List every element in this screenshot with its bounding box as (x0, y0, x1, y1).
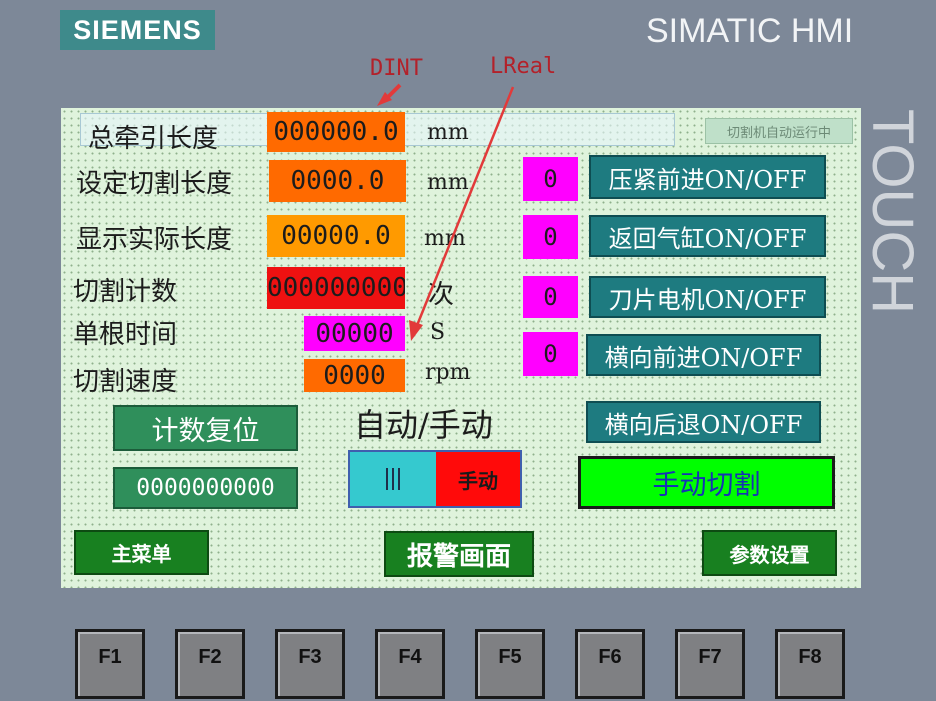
annotation-arrows (377, 83, 515, 341)
function-key-f4[interactable]: F4 (375, 629, 445, 699)
function-key-f7[interactable]: F7 (675, 629, 745, 699)
function-key-f2[interactable]: F2 (175, 629, 245, 699)
function-key-f8[interactable]: F8 (775, 629, 845, 699)
function-key-f5[interactable]: F5 (475, 629, 545, 699)
function-key-f3[interactable]: F3 (275, 629, 345, 699)
function-key-f6[interactable]: F6 (575, 629, 645, 699)
function-key-f1[interactable]: F1 (75, 629, 145, 699)
lreal-arrow (414, 86, 515, 329)
lreal-arrowhead (409, 320, 423, 341)
